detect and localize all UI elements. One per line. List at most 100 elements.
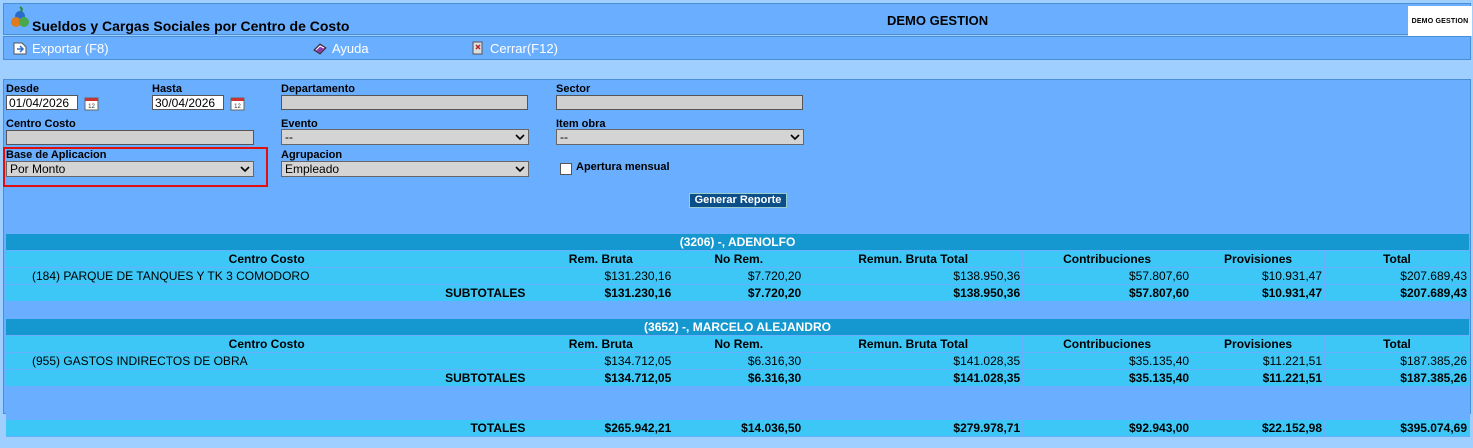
help-label: Ayuda xyxy=(332,40,369,56)
export-button[interactable]: Exportar (F8) xyxy=(12,40,109,56)
close-door-icon xyxy=(472,41,483,55)
totals-cell: $14.036,50 xyxy=(673,419,805,437)
desde-label: Desde xyxy=(6,83,40,95)
close-label: Cerrar(F12) xyxy=(490,40,558,56)
sector-label: Sector xyxy=(556,83,591,95)
column-header: Total xyxy=(1324,250,1470,268)
group-title: (3206) -, ADENOLFO xyxy=(6,234,1470,251)
totals-cell: $92.943,00 xyxy=(1022,419,1193,437)
desde-date-input[interactable] xyxy=(6,95,78,110)
totals-cell: $22.152,98 xyxy=(1191,419,1326,437)
subtotal-cell: $207.689,43 xyxy=(1324,284,1470,302)
close-button[interactable]: Cerrar(F12) xyxy=(470,40,558,56)
report-table: (3206) -, ADENOLFO Centro Costo Rem. Bruta… xyxy=(6,234,1470,437)
departamento-label: Departamento xyxy=(281,83,355,95)
company-name: DEMO GESTION xyxy=(887,13,989,28)
subtotal-cell: SUBTOTALES xyxy=(6,369,529,387)
svg-text:12: 12 xyxy=(88,104,95,110)
subtotal-cell: $134.712,05 xyxy=(527,369,675,387)
group-header-row: (3652) -, MARCELO ALEJANDRO xyxy=(6,318,1470,336)
subtotal-cell: $10.931,47 xyxy=(1191,284,1326,302)
table-cell: $6.316,30 xyxy=(673,352,805,370)
subtotal-cell: $187.385,26 xyxy=(1324,369,1470,387)
window-title: Sueldos y Cargas Sociales por Centro de … xyxy=(32,18,350,34)
item-obra-select-value: -- xyxy=(560,130,568,144)
subtotal-cell: $35.135,40 xyxy=(1022,369,1193,387)
subtotal-cell: $57.807,60 xyxy=(1022,284,1193,302)
table-cell: $11.221,51 xyxy=(1191,352,1326,370)
column-header: Total xyxy=(1324,335,1470,353)
column-header: No Rem. xyxy=(673,335,805,353)
table-row: (955) GASTOS INDIRECTOS DE OBRA $134.712,… xyxy=(6,352,1470,370)
table-row: (184) PARQUE DE TANQUES Y TK 3 COMODORO $… xyxy=(6,267,1470,285)
column-header: No Rem. xyxy=(673,250,805,268)
centro-costo-label: Centro Costo xyxy=(6,118,76,130)
help-book-icon xyxy=(313,43,327,55)
apertura-mensual-checkbox[interactable] xyxy=(560,163,572,175)
column-header-row: Centro Costo Rem. Bruta No Rem. Remun. Brut… xyxy=(6,335,1470,353)
title-bar: Sueldos y Cargas Sociales por Centro de … xyxy=(3,3,1472,36)
totals-row: TOTALES $265.942,21 $14.036,50 $279.978,71 $… xyxy=(6,419,1470,437)
sector-input[interactable] xyxy=(556,95,803,110)
table-cell: $10.931,47 xyxy=(1191,267,1326,285)
centro-costo-input[interactable] xyxy=(6,130,254,145)
column-header: Remun. Bruta Total xyxy=(803,335,1024,353)
column-header: Rem. Bruta xyxy=(527,250,675,268)
agrupacion-select-value: Empleado xyxy=(285,162,340,176)
column-header: Centro Costo xyxy=(6,250,529,268)
svg-text:12: 12 xyxy=(234,104,241,110)
subtotal-row: SUBTOTALES $131.230,16 $7.720,20 $138.950,3… xyxy=(6,284,1470,302)
table-cell: $134.712,05 xyxy=(527,352,675,370)
column-header: Remun. Bruta Total xyxy=(803,250,1024,268)
highlight-box xyxy=(3,147,268,187)
apertura-mensual-label: Apertura mensual xyxy=(576,161,670,173)
totals-cell: $265.942,21 xyxy=(527,419,675,437)
chevron-down-icon xyxy=(515,166,525,173)
spacer-row xyxy=(6,301,1470,319)
column-header: Contribuciones xyxy=(1022,250,1193,268)
table-cell: (184) PARQUE DE TANQUES Y TK 3 COMODORO xyxy=(6,267,529,285)
calendar-icon[interactable]: 12 xyxy=(229,95,247,112)
agrupacion-select[interactable]: Empleado xyxy=(281,161,529,177)
evento-select[interactable]: -- xyxy=(281,129,529,145)
item-obra-select[interactable]: -- xyxy=(556,129,804,145)
totals-cell: $279.978,71 xyxy=(803,419,1024,437)
column-header: Contribuciones xyxy=(1022,335,1193,353)
totals-cell: TOTALES xyxy=(6,419,529,437)
table-cell: $138.950,36 xyxy=(803,267,1024,285)
table-cell: $131.230,16 xyxy=(527,267,675,285)
chevron-down-icon xyxy=(790,134,800,141)
subtotal-cell: $138.950,36 xyxy=(803,284,1024,302)
table-cell: $141.028,35 xyxy=(803,352,1024,370)
subtotal-cell: $6.316,30 xyxy=(673,369,805,387)
totals-cell: $395.074,69 xyxy=(1324,419,1470,437)
spacer-row xyxy=(6,386,1470,420)
subtotal-cell: $11.221,51 xyxy=(1191,369,1326,387)
generar-reporte-button[interactable]: Generar Reporte xyxy=(689,193,787,208)
hasta-date-input[interactable] xyxy=(152,95,224,110)
table-cell: $7.720,20 xyxy=(673,267,805,285)
hasta-label: Hasta xyxy=(152,83,182,95)
column-header-row: Centro Costo Rem. Bruta No Rem. Remun. Brut… xyxy=(6,250,1470,268)
table-cell: $57.807,60 xyxy=(1022,267,1193,285)
subtotal-cell: $141.028,35 xyxy=(803,369,1024,387)
evento-select-value: -- xyxy=(285,130,293,144)
departamento-input[interactable] xyxy=(281,95,528,110)
app-logo-icon xyxy=(11,6,29,27)
export-label: Exportar (F8) xyxy=(32,40,109,56)
export-icon xyxy=(13,42,27,55)
subtotal-row: SUBTOTALES $134.712,05 $6.316,30 $141.028,3… xyxy=(6,369,1470,387)
help-button[interactable]: Ayuda xyxy=(312,40,369,56)
table-cell: (955) GASTOS INDIRECTOS DE OBRA xyxy=(6,352,529,370)
group-header-row: (3206) -, ADENOLFO xyxy=(6,234,1470,251)
column-header: Provisiones xyxy=(1191,335,1326,353)
subtotal-cell: $131.230,16 xyxy=(527,284,675,302)
subtotal-cell: SUBTOTALES xyxy=(6,284,529,302)
subtotal-cell: $7.720,20 xyxy=(673,284,805,302)
calendar-icon[interactable]: 12 xyxy=(83,95,101,112)
group-title: (3652) -, MARCELO ALEJANDRO xyxy=(6,318,1470,336)
table-cell: $187.385,26 xyxy=(1324,352,1470,370)
chevron-down-icon xyxy=(515,134,525,141)
column-header: Centro Costo xyxy=(6,335,529,353)
column-header: Rem. Bruta xyxy=(527,335,675,353)
